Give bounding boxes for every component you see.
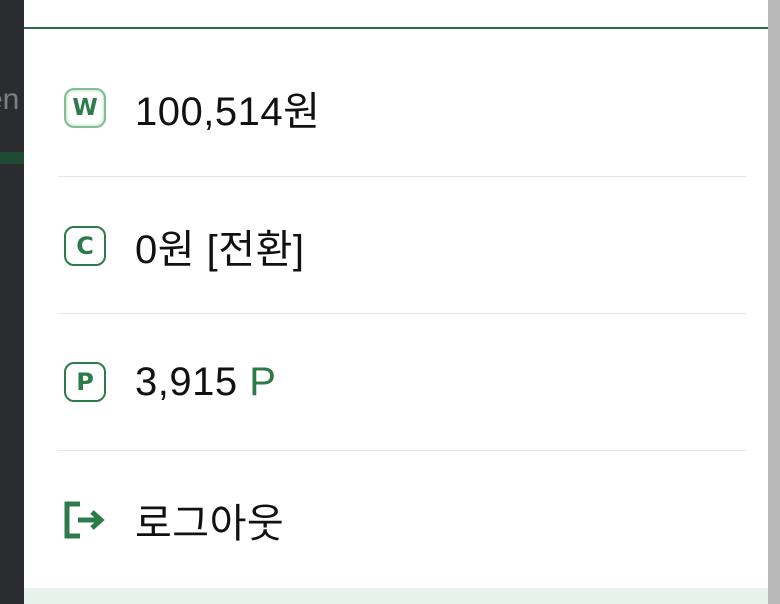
p-badge: P xyxy=(64,362,106,402)
p-icon: P xyxy=(61,360,109,404)
point-unit: P xyxy=(249,359,277,404)
background-tab-indicator xyxy=(0,152,24,164)
logout-label[interactable]: 로그아웃 xyxy=(135,491,284,549)
c-balance-item[interactable]: C 0원 [전환] xyxy=(58,178,746,314)
scrollbar-track[interactable] xyxy=(768,0,780,604)
next-section-strip xyxy=(24,588,768,604)
logout-arrow-icon xyxy=(64,501,105,539)
w-icon: W xyxy=(61,86,109,130)
divider xyxy=(58,176,746,177)
c-badge: C xyxy=(64,226,106,266)
w-balance-item[interactable]: W 100,514원 xyxy=(58,40,746,176)
logout-item[interactable]: 로그아웃 xyxy=(58,452,746,588)
point-balance-item[interactable]: P 3,915 P xyxy=(58,314,746,450)
divider xyxy=(58,450,746,451)
point-balance-label: 3,915 P xyxy=(135,360,276,405)
c-icon: C xyxy=(61,224,109,268)
account-menu-panel: W 100,514원 C 0원 [전환] P 3,915 P 로그아웃 xyxy=(24,0,768,604)
w-balance-label: 100,514원 xyxy=(135,90,321,134)
logout-icon xyxy=(61,498,109,542)
header-divider xyxy=(24,27,768,29)
w-badge: W xyxy=(64,88,106,128)
point-amount: 3,915 xyxy=(135,359,238,404)
background-partial-text: en xyxy=(0,83,20,116)
c-balance-label[interactable]: 0원 [전환] xyxy=(135,217,305,275)
